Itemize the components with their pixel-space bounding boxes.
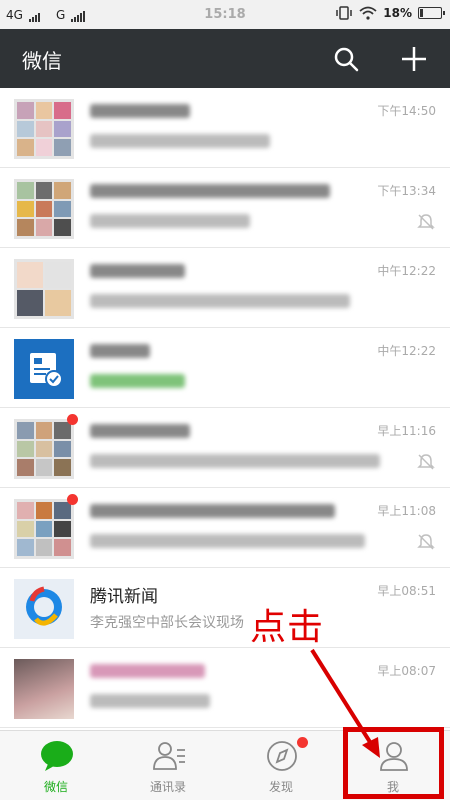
redacted-name	[90, 184, 330, 198]
compass-icon	[267, 741, 297, 771]
chat-time: 早上08:07	[377, 664, 436, 678]
annotation-label: 点击	[250, 607, 325, 648]
redacted-name	[90, 344, 150, 358]
chat-list: 下午14:50 下午13:34 中午12:22 中午12:22 早上11:16 …	[0, 88, 450, 728]
group-avatar	[14, 259, 74, 319]
chat-preview: 李克强空中部长会议现场	[90, 615, 244, 631]
unread-dot	[67, 414, 78, 425]
unread-dot	[67, 494, 78, 505]
redacted-name	[90, 104, 190, 118]
chat-row[interactable]: 早上11:08	[0, 488, 450, 568]
tab-contacts[interactable]: 通讯录	[112, 731, 224, 800]
tab-discover[interactable]: 发现	[225, 731, 337, 800]
chat-row[interactable]: 中午12:22	[0, 248, 450, 328]
battery-percent: 18%	[383, 6, 412, 20]
tab-label: 发现	[268, 780, 293, 794]
mute-bell-icon	[417, 214, 435, 230]
chat-time: 早上11:08	[377, 504, 436, 518]
vibrate-icon	[336, 6, 353, 20]
group-avatar	[14, 499, 74, 559]
app-bar: 微信	[0, 29, 450, 88]
tab-label: 微信	[43, 780, 68, 794]
tencent-news-icon	[26, 586, 62, 626]
chat-name: 腾讯新闻	[90, 587, 158, 607]
chat-time: 下午13:34	[377, 184, 436, 198]
tab-wechat[interactable]: 微信	[0, 731, 112, 800]
annotation-highlight-box	[343, 727, 444, 799]
group-avatar	[14, 179, 74, 239]
status-bar: 4G G 15:18 18%	[0, 0, 450, 29]
document-check-icon	[30, 353, 63, 388]
chat-time: 中午12:22	[377, 344, 436, 358]
service-avatar	[14, 339, 74, 399]
redacted-name	[90, 424, 190, 438]
battery-fill	[420, 9, 423, 17]
status-right: 18%	[335, 6, 445, 20]
chat-row[interactable]: 下午13:34	[0, 168, 450, 248]
mute-bell-icon	[417, 534, 435, 550]
chat-time: 中午12:22	[377, 264, 436, 278]
chat-row[interactable]: 中午12:22	[0, 328, 450, 408]
tencent-news-logo	[14, 579, 74, 639]
chat-row[interactable]: 腾讯新闻 李克强空中部长会议现场 早上08:51	[0, 568, 450, 648]
redacted-preview	[90, 454, 380, 468]
chat-row[interactable]: 早上08:07	[0, 648, 450, 728]
chat-bubble-icon	[41, 741, 73, 771]
chat-row[interactable]: 早上11:16	[0, 408, 450, 488]
redacted-preview	[90, 534, 365, 548]
redacted-preview	[90, 134, 270, 148]
wifi-icon	[359, 6, 377, 20]
chat-time: 下午14:50	[377, 104, 436, 118]
redacted-preview	[90, 374, 185, 388]
chat-time: 早上11:16	[377, 424, 436, 438]
redacted-name	[90, 264, 185, 278]
mute-bell-icon	[417, 454, 435, 470]
battery-icon	[418, 7, 445, 19]
group-avatar	[14, 99, 74, 159]
group-avatar	[14, 419, 74, 479]
redacted-preview	[90, 694, 210, 708]
redacted-name	[90, 504, 335, 518]
search-icon[interactable]	[333, 46, 359, 72]
plus-icon[interactable]	[401, 46, 427, 72]
discover-dot	[297, 737, 308, 748]
redacted-name	[90, 664, 205, 678]
tab-label: 通讯录	[149, 780, 186, 794]
redacted-preview	[90, 294, 350, 308]
contact-avatar	[14, 659, 74, 719]
contacts-icon	[153, 742, 185, 770]
app-title: 微信	[22, 49, 62, 73]
redacted-preview	[90, 214, 250, 228]
chat-time: 早上08:51	[377, 584, 436, 598]
chat-row[interactable]: 下午14:50	[0, 88, 450, 168]
